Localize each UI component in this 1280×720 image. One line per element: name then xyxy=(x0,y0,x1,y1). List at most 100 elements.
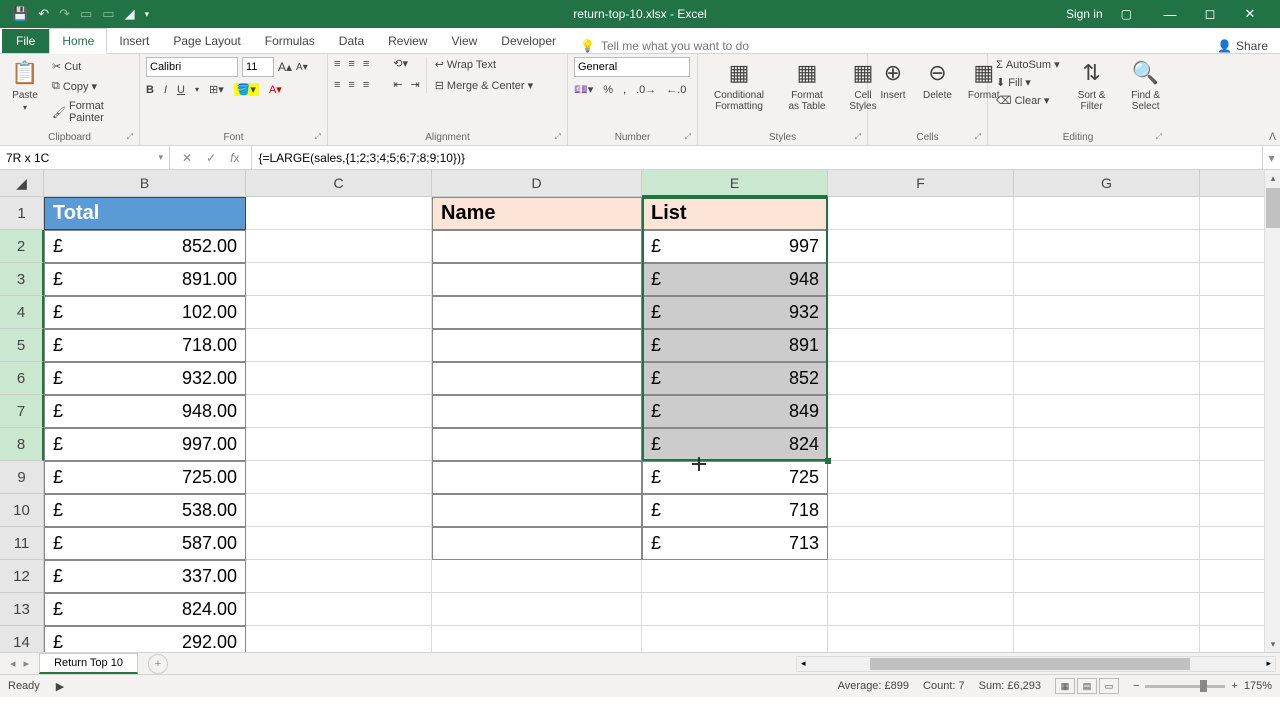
vertical-scrollbar[interactable]: ▴ ▾ xyxy=(1264,170,1280,652)
row-header[interactable]: 13 xyxy=(0,593,44,626)
cell[interactable]: £824.00 xyxy=(44,593,246,626)
cell[interactable] xyxy=(432,329,642,362)
increase-indent-icon[interactable]: ⇥ xyxy=(410,78,419,91)
cell[interactable] xyxy=(1014,197,1200,230)
bold-button[interactable]: B xyxy=(146,84,154,96)
tab-data[interactable]: Data xyxy=(327,29,376,53)
cell[interactable]: £932.00 xyxy=(44,362,246,395)
cell[interactable]: £337.00 xyxy=(44,560,246,593)
cell[interactable] xyxy=(1014,230,1200,263)
row-header[interactable]: 8 xyxy=(0,428,44,461)
row-header[interactable]: 2 xyxy=(0,230,44,263)
cell[interactable]: £718.00 xyxy=(44,329,246,362)
cell[interactable] xyxy=(246,593,432,626)
font-name-combo[interactable] xyxy=(146,57,238,77)
cell[interactable] xyxy=(828,230,1014,263)
border-button[interactable]: ⊞▾ xyxy=(209,83,224,96)
cell[interactable] xyxy=(246,230,432,263)
row-header[interactable]: 14 xyxy=(0,626,44,653)
cell[interactable]: £725.00 xyxy=(44,461,246,494)
page-layout-view-button[interactable]: ▤ xyxy=(1077,678,1097,694)
cell[interactable]: £852.00 xyxy=(44,230,246,263)
undo-icon[interactable]: ↶ xyxy=(38,6,49,22)
decrease-decimal-icon[interactable]: ←.0 xyxy=(666,84,686,96)
tab-view[interactable]: View xyxy=(440,29,490,53)
tab-insert[interactable]: Insert xyxy=(107,29,161,53)
clear-button[interactable]: ⌫Clear ▾ xyxy=(994,93,1062,108)
column-header[interactable]: G xyxy=(1014,170,1200,197)
delete-button[interactable]: ⊖Delete xyxy=(918,57,957,103)
row-header[interactable]: 10 xyxy=(0,494,44,527)
row-header[interactable]: 6 xyxy=(0,362,44,395)
cell[interactable]: £891 xyxy=(642,329,828,362)
cell[interactable] xyxy=(246,329,432,362)
cell[interactable] xyxy=(828,593,1014,626)
select-all-corner[interactable]: ◢ xyxy=(0,170,44,197)
cell[interactable] xyxy=(246,527,432,560)
cell[interactable] xyxy=(828,626,1014,653)
conditional-formatting-button[interactable]: ▦Conditional Formatting xyxy=(704,57,774,114)
cell[interactable] xyxy=(432,395,642,428)
cell[interactable] xyxy=(1014,494,1200,527)
cell[interactable] xyxy=(246,494,432,527)
cell[interactable]: Name xyxy=(432,197,642,230)
scroll-up-icon[interactable]: ▴ xyxy=(1265,170,1280,186)
align-bottom-icon[interactable]: ≡ xyxy=(363,58,369,70)
minimize-button[interactable]: — xyxy=(1150,0,1190,28)
qat-more-icon[interactable]: ▾ xyxy=(145,9,150,20)
row-header[interactable]: 11 xyxy=(0,527,44,560)
expand-formula-bar-icon[interactable]: ▾ xyxy=(1262,146,1280,169)
align-middle-icon[interactable]: ≡ xyxy=(348,58,354,70)
cell[interactable] xyxy=(1014,626,1200,653)
cell[interactable] xyxy=(246,395,432,428)
fill-color-button[interactable]: 🪣▾ xyxy=(234,83,259,96)
cell[interactable] xyxy=(1014,527,1200,560)
formula-input[interactable]: {=LARGE(sales,{1;2;3;4;5;6;7;8;9;10})} xyxy=(252,146,1262,169)
align-left-icon[interactable]: ≡ xyxy=(334,79,340,91)
tab-home[interactable]: Home xyxy=(49,28,107,54)
macro-record-icon[interactable]: ▶ xyxy=(56,680,64,693)
cell[interactable]: £102.00 xyxy=(44,296,246,329)
row-header[interactable]: 5 xyxy=(0,329,44,362)
redo-icon[interactable]: ↷ xyxy=(59,6,70,22)
zoom-out-button[interactable]: − xyxy=(1133,680,1139,692)
scroll-right-icon[interactable]: ▸ xyxy=(1262,658,1275,669)
accounting-format-icon[interactable]: 💷▾ xyxy=(574,83,593,96)
row-header[interactable]: 1 xyxy=(0,197,44,230)
cancel-icon[interactable]: ✕ xyxy=(182,151,192,165)
cell[interactable] xyxy=(246,362,432,395)
cell[interactable] xyxy=(828,395,1014,428)
align-right-icon[interactable]: ≡ xyxy=(363,79,369,91)
cell[interactable] xyxy=(828,527,1014,560)
row-header[interactable]: 4 xyxy=(0,296,44,329)
font-size-combo[interactable] xyxy=(242,57,274,77)
cell[interactable]: £932 xyxy=(642,296,828,329)
cell[interactable]: £852 xyxy=(642,362,828,395)
cell[interactable] xyxy=(432,527,642,560)
cell[interactable]: £997 xyxy=(642,230,828,263)
merge-center-button[interactable]: ⊟Merge & Center ▾ xyxy=(433,78,535,93)
cell[interactable]: £538.00 xyxy=(44,494,246,527)
orientation-icon[interactable]: ⟲▾ xyxy=(393,57,408,70)
save-icon[interactable]: 💾 xyxy=(12,6,28,22)
sheet-nav-prev-icon[interactable]: ◂ xyxy=(10,657,16,670)
spreadsheet-grid[interactable]: ◢BCDEFG1TotalNameList2£852.00£9973£891.0… xyxy=(0,170,1280,653)
cell[interactable] xyxy=(828,296,1014,329)
cell[interactable] xyxy=(1014,263,1200,296)
cell[interactable] xyxy=(828,197,1014,230)
row-header[interactable]: 3 xyxy=(0,263,44,296)
align-center-icon[interactable]: ≡ xyxy=(348,79,354,91)
insert-button[interactable]: ⊕Insert xyxy=(874,57,912,103)
collapse-ribbon-icon[interactable]: ᐱ xyxy=(1269,132,1276,143)
zoom-slider[interactable] xyxy=(1145,685,1225,688)
number-format-combo[interactable] xyxy=(574,57,690,77)
increase-decimal-icon[interactable]: .0→ xyxy=(636,84,656,96)
cell[interactable]: £718 xyxy=(642,494,828,527)
ribbon-display-icon[interactable]: ▢ xyxy=(1121,7,1132,21)
cell[interactable] xyxy=(432,626,642,653)
cell[interactable] xyxy=(432,362,642,395)
selection-handle[interactable] xyxy=(825,458,831,464)
cell[interactable]: £292.00 xyxy=(44,626,246,653)
row-header[interactable]: 7 xyxy=(0,395,44,428)
fx-icon[interactable]: fx xyxy=(230,151,239,165)
